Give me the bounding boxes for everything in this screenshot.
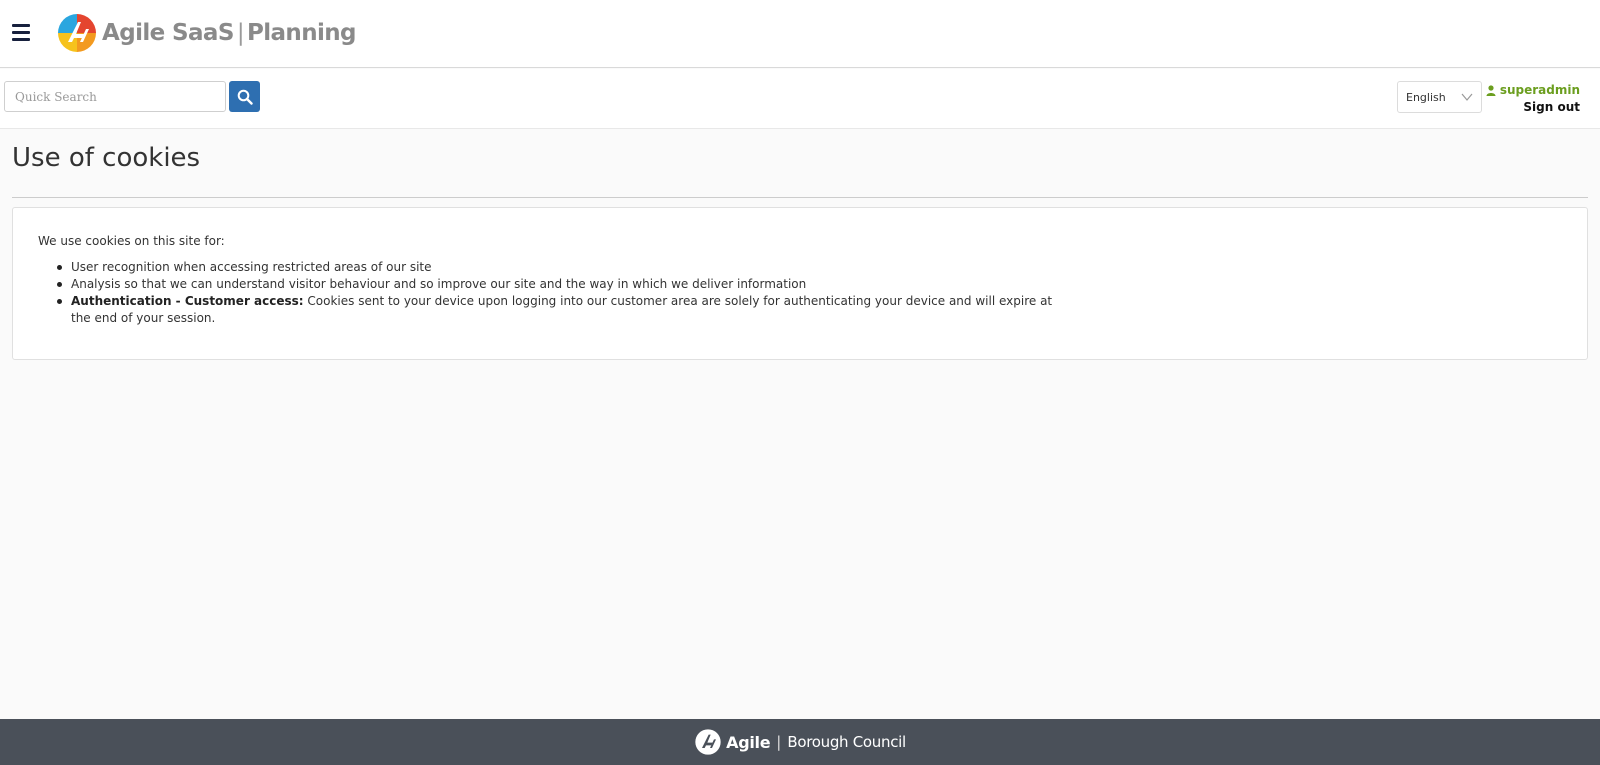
cookie-intro-text: We use cookies on this site for: [38, 234, 225, 248]
language-value: English [1406, 90, 1446, 104]
cookie-info-panel: We use cookies on this site for: User re… [12, 207, 1588, 360]
language-select[interactable]: English [1397, 81, 1482, 113]
brand-separator: | [236, 20, 245, 46]
cookie-usage-list: User recognition when accessing restrict… [57, 259, 1061, 327]
user-icon [1486, 84, 1496, 96]
list-item: Authentication - Customer access: Cookie… [57, 293, 1061, 327]
app-logo[interactable]: Agile SaaS | Planning [56, 12, 357, 54]
chevron-down-icon [1461, 93, 1473, 101]
agile-logo-icon [695, 729, 721, 755]
list-item-text: Analysis so that we can understand visit… [71, 277, 807, 291]
footer-brand: Agile [726, 732, 771, 752]
agile-logo-icon [58, 14, 96, 52]
search-button[interactable] [229, 81, 260, 112]
quick-search-input[interactable] [4, 81, 226, 112]
list-item: User recognition when accessing restrict… [57, 259, 1061, 276]
list-item-heading: Authentication - Customer access: [71, 294, 304, 308]
footer-logo: Agile | Borough Council [694, 728, 906, 756]
list-item: Analysis so that we can understand visit… [57, 276, 1061, 293]
sign-out-link[interactable]: Sign out [1523, 100, 1580, 114]
hamburger-icon[interactable] [12, 24, 30, 42]
footer-separator: | [776, 733, 782, 751]
username: superadmin [1499, 83, 1580, 97]
brand-product: Planning [246, 20, 357, 46]
user-profile-link[interactable]: superadmin [1486, 83, 1580, 97]
title-divider [12, 197, 1588, 198]
page-footer: Agile | Borough Council [0, 719, 1600, 765]
list-item-text: User recognition when accessing restrict… [71, 260, 432, 274]
search-icon [237, 89, 253, 105]
search-toolbar: English superadmin Sign out [0, 69, 1600, 129]
top-header: Agile SaaS | Planning [0, 0, 1600, 68]
page-title: Use of cookies [12, 143, 201, 173]
brand-name: Agile SaaS [102, 20, 234, 46]
footer-council-name: Borough Council [787, 733, 906, 751]
app-title: Agile SaaS | Planning [102, 20, 357, 46]
